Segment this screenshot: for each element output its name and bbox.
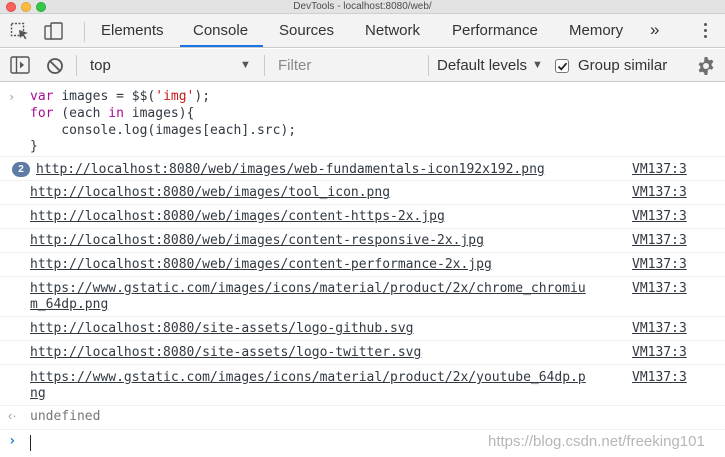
repeat-count-badge: 2 <box>12 162 30 177</box>
panel-tabbar: Elements Console Sources Network Perform… <box>0 14 725 48</box>
console-input-echo: › var images = $$('img'); for (each in i… <box>0 83 725 157</box>
tab-sources[interactable]: Sources <box>279 14 334 48</box>
tab-memory[interactable]: Memory <box>569 14 623 48</box>
code-line: var images = $$('img'); <box>30 89 211 104</box>
tab-network[interactable]: Network <box>365 14 420 48</box>
more-tabs-button[interactable]: » <box>650 14 659 48</box>
console-toolbar: top ▼ Default levels ▼ Group similar <box>0 49 725 82</box>
evaluation-result: ‹· undefined <box>0 406 725 430</box>
message-url-link[interactable]: http://localhost:8080/web/images/content… <box>30 257 492 272</box>
message-url-link[interactable]: http://localhost:8080/web/images/web-fun… <box>36 162 545 177</box>
group-similar-label[interactable]: Group similar <box>578 49 667 82</box>
log-message: http://localhost:8080/web/images/content… <box>0 205 725 229</box>
toolbar-divider <box>76 55 77 76</box>
log-message: http://localhost:8080/web/images/tool_ic… <box>0 181 725 205</box>
result-arrow-icon: ‹· <box>8 408 17 423</box>
result-value: undefined <box>30 409 101 424</box>
source-location-link[interactable]: VM137:3 <box>632 162 687 177</box>
message-url-link[interactable]: https://www.gstatic.com/images/icons/mat… <box>30 281 586 296</box>
levels-dropdown-icon[interactable]: ▼ <box>532 49 543 82</box>
message-url-link[interactable]: https://www.gstatic.com/images/icons/mat… <box>30 370 586 385</box>
source-location-link[interactable]: VM137:3 <box>632 345 687 360</box>
code-line: console.log(images[each].src); <box>30 123 297 138</box>
context-selector[interactable]: top <box>90 49 111 82</box>
log-message: http://localhost:8080/site-assets/logo-g… <box>0 317 725 341</box>
log-message: https://www.gstatic.com/images/icons/mat… <box>0 277 725 317</box>
tabbar-divider <box>84 22 85 42</box>
group-similar-checkbox[interactable] <box>555 59 569 73</box>
source-location-link[interactable]: VM137:3 <box>632 209 687 224</box>
show-sidebar-icon[interactable] <box>10 56 30 77</box>
message-url-link[interactable]: http://localhost:8080/web/images/tool_ic… <box>30 185 390 200</box>
message-url-link[interactable]: http://localhost:8080/site-assets/logo-t… <box>30 345 421 360</box>
message-url-link-continued[interactable]: m_64dp.png <box>30 297 108 312</box>
window-title: DevTools - localhost:8080/web/ <box>293 1 432 12</box>
source-location-link[interactable]: VM137:3 <box>632 257 687 272</box>
input-chevron-icon: › <box>8 90 16 104</box>
console-output[interactable]: › var images = $$('img'); for (each in i… <box>0 83 725 457</box>
message-url-link-continued[interactable]: ng <box>30 386 46 401</box>
window-titlebar: DevTools - localhost:8080/web/ <box>0 0 725 14</box>
inspect-element-icon[interactable] <box>10 22 30 40</box>
message-url-link[interactable]: http://localhost:8080/site-assets/logo-g… <box>30 321 414 336</box>
log-message: https://www.gstatic.com/images/icons/mat… <box>0 365 725 406</box>
more-options-icon[interactable] <box>704 23 708 39</box>
clear-console-icon[interactable] <box>46 57 64 78</box>
source-location-link[interactable]: VM137:3 <box>632 321 687 336</box>
device-toolbar-icon[interactable] <box>44 22 64 40</box>
tab-performance[interactable]: Performance <box>452 14 538 48</box>
watermark: https://blog.csdn.net/freeking101 <box>488 433 705 450</box>
source-location-link[interactable]: VM137:3 <box>632 185 687 200</box>
log-message: http://localhost:8080/web/images/content… <box>0 229 725 253</box>
message-url-link[interactable]: http://localhost:8080/web/images/content… <box>30 233 484 248</box>
settings-gear-icon[interactable] <box>696 56 716 76</box>
code-line: } <box>30 139 38 154</box>
filter-input[interactable] <box>273 54 423 77</box>
code-line: for (each in images){ <box>30 106 195 121</box>
log-message: 2 http://localhost:8080/web/images/web-f… <box>0 157 725 181</box>
log-message: http://localhost:8080/site-assets/logo-t… <box>0 341 725 365</box>
source-location-link[interactable]: VM137:3 <box>632 370 687 385</box>
toolbar-divider <box>428 55 429 76</box>
context-dropdown-icon[interactable]: ▼ <box>240 49 251 82</box>
prompt-chevron-icon: › <box>8 433 17 449</box>
source-location-link[interactable]: VM137:3 <box>632 281 687 296</box>
tab-elements[interactable]: Elements <box>101 14 164 48</box>
message-url-link[interactable]: http://localhost:8080/web/images/content… <box>30 209 445 224</box>
text-caret <box>30 435 31 451</box>
active-tab-indicator <box>180 45 263 47</box>
toolbar-divider <box>264 55 265 76</box>
tab-console[interactable]: Console <box>193 14 248 48</box>
log-message: http://localhost:8080/web/images/content… <box>0 253 725 277</box>
source-location-link[interactable]: VM137:3 <box>632 233 687 248</box>
log-levels-dropdown[interactable]: Default levels <box>437 49 527 82</box>
